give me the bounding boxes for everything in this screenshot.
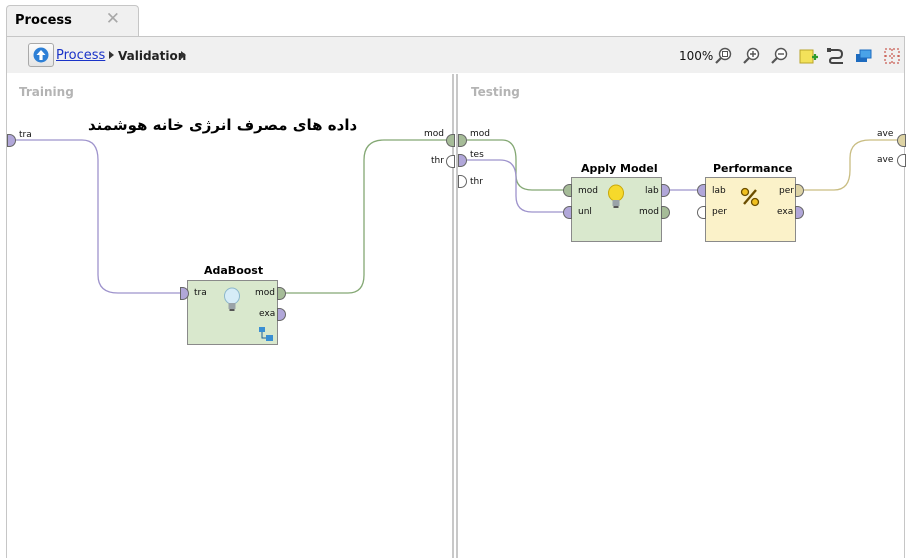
apply-model-port-unl[interactable] — [563, 206, 572, 219]
operator-title-apply-model: Apply Model — [581, 162, 658, 175]
port-label: tes — [470, 150, 484, 160]
operator-title-performance: Performance — [713, 162, 793, 175]
port-label: exa — [259, 309, 276, 319]
port-label: mod — [470, 129, 490, 139]
operator-performance[interactable]: lab per per exa — [705, 177, 796, 242]
wire-adaboost-to-output — [285, 139, 447, 294]
operator-apply-model[interactable]: mod unl lab mod — [571, 177, 662, 242]
training-output-port-mod[interactable] — [446, 134, 455, 147]
port-label: mod — [639, 207, 659, 217]
port-label: tra — [19, 130, 32, 140]
lightbulb-icon — [608, 184, 624, 208]
connection-wires — [14, 139, 898, 294]
port-label: tra — [194, 288, 207, 298]
port-label: unl — [578, 207, 592, 217]
port-label: per — [712, 207, 727, 217]
port-label: lab — [712, 186, 726, 196]
subprocess-icon[interactable] — [258, 326, 274, 342]
port-label: ave — [877, 155, 894, 165]
port-label: thr — [470, 177, 483, 187]
operator-adaboost[interactable]: tra mod exa — [187, 280, 278, 345]
port-label: thr — [431, 156, 444, 166]
apply-model-port-mod-in[interactable] — [563, 184, 572, 197]
port-label: mod — [424, 129, 444, 139]
wire-training-to-adaboost — [14, 139, 180, 294]
testing-output-port-ave-2[interactable] — [897, 154, 906, 167]
port-label: mod — [578, 186, 598, 196]
port-label: lab — [645, 186, 659, 196]
training-output-port-thr[interactable] — [446, 155, 455, 168]
port-label: mod — [255, 288, 275, 298]
performance-port-lab[interactable] — [697, 184, 706, 197]
port-label: ave — [877, 129, 894, 139]
wire-performance-to-output — [803, 139, 898, 191]
lightbulb-icon — [224, 287, 240, 311]
port-label: per — [779, 186, 794, 196]
operator-title-adaboost: AdaBoost — [204, 264, 264, 277]
performance-port-per-in[interactable] — [697, 206, 706, 219]
testing-output-port-ave[interactable] — [897, 134, 906, 147]
percent-icon — [740, 187, 760, 207]
port-label: exa — [777, 207, 794, 217]
